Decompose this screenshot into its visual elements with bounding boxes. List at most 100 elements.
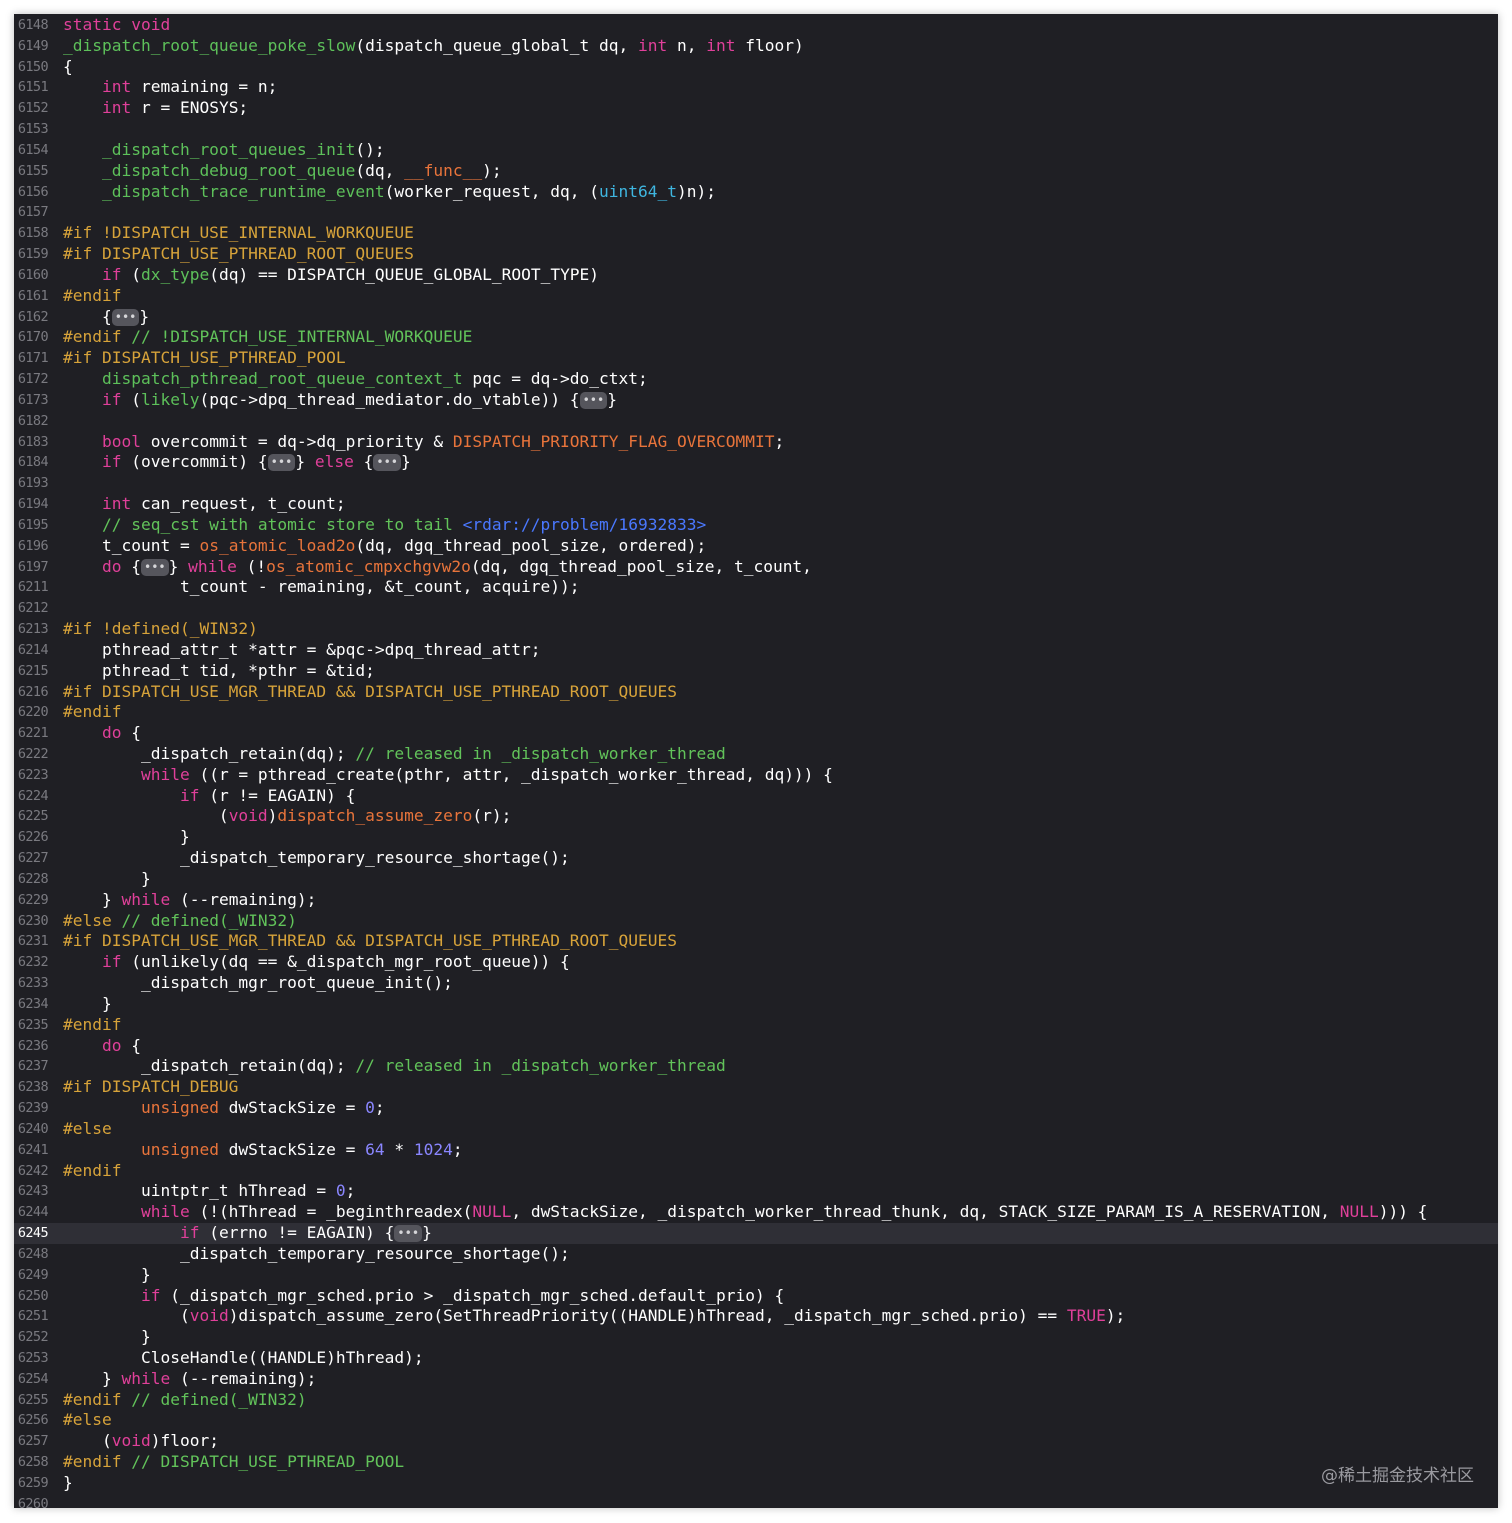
line-source[interactable]: } while (--remaining); bbox=[63, 1369, 316, 1390]
code-line[interactable]: 6196 t_count = os_atomic_load2o(dq, dgq_… bbox=[14, 536, 1498, 557]
code-line[interactable]: 6161 #endif bbox=[14, 286, 1498, 307]
line-source[interactable]: #endif bbox=[63, 702, 121, 723]
line-source[interactable]: #else bbox=[63, 1410, 112, 1431]
code-line[interactable]: 6197 do {•••} while (!os_atomic_cmpxchgv… bbox=[14, 557, 1498, 578]
line-source[interactable]: #endif // !DISPATCH_USE_INTERNAL_WORKQUE… bbox=[63, 327, 472, 348]
fold-placeholder-button[interactable]: ••• bbox=[140, 558, 169, 576]
code-line[interactable]: 6170 #endif // !DISPATCH_USE_INTERNAL_WOR… bbox=[14, 327, 1498, 348]
code-line[interactable]: 6222 _dispatch_retain(dq); // released i… bbox=[14, 744, 1498, 765]
code-line[interactable]: 6250 if (_dispatch_mgr_sched.prio > _dis… bbox=[14, 1286, 1498, 1307]
code-line[interactable]: 6240 #else bbox=[14, 1119, 1498, 1140]
code-line[interactable]: 6150 { bbox=[14, 57, 1498, 78]
code-line[interactable]: 6225 (void)dispatch_assume_zero(r); bbox=[14, 806, 1498, 827]
line-source[interactable]: (void)dispatch_assume_zero(SetThreadPrio… bbox=[63, 1306, 1125, 1327]
line-source[interactable]: t_count - remaining, &t_count, acquire))… bbox=[63, 577, 580, 598]
code-line[interactable]: 6213 #if !defined(_WIN32) bbox=[14, 619, 1498, 640]
code-line[interactable]: 6151 int remaining = n; bbox=[14, 77, 1498, 98]
code-line[interactable]: 6157 bbox=[14, 202, 1498, 223]
fold-placeholder-button[interactable]: ••• bbox=[373, 454, 402, 472]
code-line[interactable]: 6229 } while (--remaining); bbox=[14, 890, 1498, 911]
line-source[interactable]: _dispatch_temporary_resource_shortage(); bbox=[63, 848, 570, 869]
line-source[interactable]: } bbox=[63, 1473, 73, 1494]
line-source[interactable]: static void bbox=[63, 15, 170, 36]
line-source[interactable]: _dispatch_temporary_resource_shortage(); bbox=[63, 1244, 570, 1265]
code-line[interactable]: 6212 bbox=[14, 598, 1498, 619]
code-line[interactable]: 6253 CloseHandle((HANDLE)hThread); bbox=[14, 1348, 1498, 1369]
line-source[interactable]: {•••} bbox=[63, 307, 149, 328]
code-line[interactable]: 6156 _dispatch_trace_runtime_event(worke… bbox=[14, 182, 1498, 203]
code-line[interactable]: 6254 } while (--remaining); bbox=[14, 1369, 1498, 1390]
code-line[interactable]: 6257 (void)floor; bbox=[14, 1431, 1498, 1452]
line-source[interactable]: pthread_attr_t *attr = &pqc->dpq_thread_… bbox=[63, 640, 541, 661]
line-source[interactable]: if (unlikely(dq == &_dispatch_mgr_root_q… bbox=[63, 952, 570, 973]
code-line[interactable]: 6248 _dispatch_temporary_resource_shorta… bbox=[14, 1244, 1498, 1265]
line-source[interactable]: #if !defined(_WIN32) bbox=[63, 619, 258, 640]
fold-placeholder-button[interactable]: ••• bbox=[111, 308, 140, 326]
code-line[interactable]: 6154 _dispatch_root_queues_init(); bbox=[14, 140, 1498, 161]
line-source[interactable]: CloseHandle((HANDLE)hThread); bbox=[63, 1348, 424, 1369]
code-line[interactable]: 6195 // seq_cst with atomic store to tai… bbox=[14, 515, 1498, 536]
line-source[interactable]: if (likely(pqc->dpq_thread_mediator.do_v… bbox=[63, 390, 617, 411]
code-line[interactable]: 6233 _dispatch_mgr_root_queue_init(); bbox=[14, 973, 1498, 994]
code-line[interactable]: 6158 #if !DISPATCH_USE_INTERNAL_WORKQUEUE bbox=[14, 223, 1498, 244]
fold-placeholder-button[interactable]: ••• bbox=[579, 391, 608, 409]
code-line[interactable]: 6259} bbox=[14, 1473, 1498, 1494]
line-source[interactable]: do { bbox=[63, 1036, 141, 1057]
line-source[interactable]: { bbox=[63, 57, 73, 78]
code-line[interactable]: 6216 #if DISPATCH_USE_MGR_THREAD && DISPA… bbox=[14, 682, 1498, 703]
code-line[interactable]: 6184 if (overcommit) {•••} else {•••} bbox=[14, 452, 1498, 473]
code-line[interactable]: 6236 do { bbox=[14, 1036, 1498, 1057]
code-line[interactable]: 6242 #endif bbox=[14, 1161, 1498, 1182]
line-source[interactable]: } bbox=[63, 1265, 151, 1286]
line-source[interactable]: #if !DISPATCH_USE_INTERNAL_WORKQUEUE bbox=[63, 223, 414, 244]
code-line[interactable]: 6245 if (errno != EAGAIN) {•••} bbox=[14, 1223, 1498, 1244]
code-line[interactable]: 6260 bbox=[14, 1494, 1498, 1508]
code-line[interactable]: 6162 {•••} bbox=[14, 307, 1498, 328]
code-line[interactable]: 6256 #else bbox=[14, 1410, 1498, 1431]
line-source[interactable]: } bbox=[63, 1327, 151, 1348]
line-source[interactable]: if (r != EAGAIN) { bbox=[63, 786, 355, 807]
code-line[interactable]: 6224 if (r != EAGAIN) { bbox=[14, 786, 1498, 807]
line-source[interactable]: _dispatch_debug_root_queue(dq, __func__)… bbox=[63, 161, 502, 182]
line-source[interactable]: if (dx_type(dq) == DISPATCH_QUEUE_GLOBAL… bbox=[63, 265, 599, 286]
line-source[interactable]: t_count = os_atomic_load2o(dq, dgq_threa… bbox=[63, 536, 706, 557]
code-line[interactable]: 6160 if (dx_type(dq) == DISPATCH_QUEUE_G… bbox=[14, 265, 1498, 286]
line-source[interactable]: _dispatch_mgr_root_queue_init(); bbox=[63, 973, 453, 994]
line-source[interactable]: while ((r = pthread_create(pthr, attr, _… bbox=[63, 765, 833, 786]
code-line[interactable]: 6194 int can_request, t_count; bbox=[14, 494, 1498, 515]
code-line[interactable]: 6183 bool overcommit = dq->dq_priority &… bbox=[14, 432, 1498, 453]
code-line[interactable]: 6239 unsigned dwStackSize = 0; bbox=[14, 1098, 1498, 1119]
code-line[interactable]: 6220 #endif bbox=[14, 702, 1498, 723]
code-line[interactable]: 6226 } bbox=[14, 827, 1498, 848]
code-line[interactable]: 6221 do { bbox=[14, 723, 1498, 744]
line-source[interactable]: #endif bbox=[63, 1015, 121, 1036]
code-line[interactable]: 6255 #endif // defined(_WIN32) bbox=[14, 1390, 1498, 1411]
line-source[interactable]: int remaining = n; bbox=[63, 77, 277, 98]
line-source[interactable]: _dispatch_retain(dq); // released in _di… bbox=[63, 1056, 726, 1077]
line-source[interactable]: #else // defined(_WIN32) bbox=[63, 911, 297, 932]
line-source[interactable]: (void)floor; bbox=[63, 1431, 219, 1452]
line-source[interactable]: } bbox=[63, 869, 151, 890]
code-line[interactable]: 6223 while ((r = pthread_create(pthr, at… bbox=[14, 765, 1498, 786]
line-source[interactable]: } bbox=[63, 827, 190, 848]
line-source[interactable]: } while (--remaining); bbox=[63, 890, 316, 911]
fold-placeholder-button[interactable]: ••• bbox=[394, 1225, 423, 1243]
code-lines[interactable]: 6148 static void 6149 _dispatch_root_queue_… bbox=[14, 15, 1498, 1508]
line-source[interactable]: do { bbox=[63, 723, 141, 744]
code-line[interactable]: 6153 bbox=[14, 119, 1498, 140]
code-line[interactable]: 6231 #if DISPATCH_USE_MGR_THREAD && DISPA… bbox=[14, 931, 1498, 952]
line-source[interactable]: _dispatch_root_queues_init(); bbox=[63, 140, 385, 161]
code-line[interactable]: 6234 } bbox=[14, 994, 1498, 1015]
line-source[interactable]: _dispatch_root_queue_poke_slow(dispatch_… bbox=[63, 36, 804, 57]
code-line[interactable]: 6173 if (likely(pqc->dpq_thread_mediator… bbox=[14, 390, 1498, 411]
line-source[interactable]: } bbox=[63, 994, 112, 1015]
code-line[interactable]: 6172 dispatch_pthread_root_queue_context… bbox=[14, 369, 1498, 390]
line-source[interactable]: _dispatch_trace_runtime_event(worker_req… bbox=[63, 182, 716, 203]
line-source[interactable]: unsigned dwStackSize = 64 * 1024; bbox=[63, 1140, 463, 1161]
code-line[interactable]: 6227 _dispatch_temporary_resource_shorta… bbox=[14, 848, 1498, 869]
line-source[interactable]: int r = ENOSYS; bbox=[63, 98, 248, 119]
line-source[interactable]: pthread_t tid, *pthr = &tid; bbox=[63, 661, 375, 682]
line-source[interactable]: bool overcommit = dq->dq_priority & DISP… bbox=[63, 432, 784, 453]
line-source[interactable]: #if DISPATCH_USE_MGR_THREAD && DISPATCH_… bbox=[63, 931, 677, 952]
line-source[interactable]: #endif // DISPATCH_USE_PTHREAD_POOL bbox=[63, 1452, 404, 1473]
